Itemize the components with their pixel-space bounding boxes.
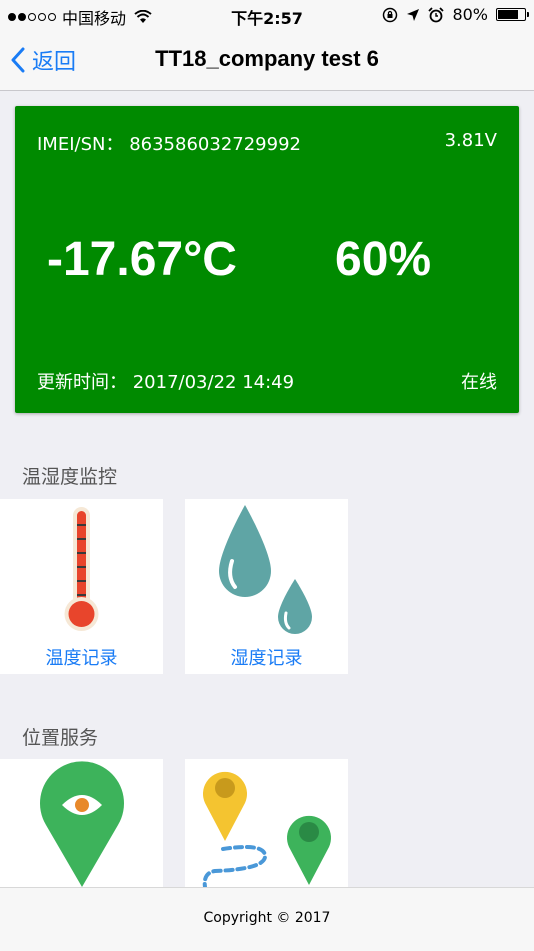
- battery-voltage: 3.81V: [444, 130, 497, 151]
- humidity-value: 60%: [335, 233, 432, 286]
- battery-icon: [496, 8, 529, 21]
- location-arrow-icon: [407, 8, 420, 21]
- status-bar: 中国移动 下午2:57 80%: [0, 0, 534, 30]
- alarm-icon: [428, 6, 445, 22]
- humidity-record-label: 湿度记录: [230, 648, 303, 669]
- status-right: 80%: [382, 5, 529, 24]
- device-status-card[interactable]: IMEI/SN： 863586032729992 3.81V -17.67°C …: [15, 106, 519, 413]
- section-title-monitoring: 温湿度监控: [22, 466, 118, 488]
- online-status: 在线: [461, 372, 497, 393]
- humidity-record-tile[interactable]: 湿度记录: [185, 499, 348, 674]
- route-pins-icon: [202, 771, 331, 887]
- location-tile[interactable]: [0, 759, 163, 887]
- temperature-record-label: 温度记录: [45, 648, 118, 669]
- track-playback-tile[interactable]: [185, 759, 348, 887]
- temperature-record-tile[interactable]: 温度记录: [0, 499, 163, 674]
- rotation-lock-icon: [383, 7, 398, 22]
- footer: Copyright © 2017: [0, 887, 534, 951]
- section-title-location: 位置服务: [22, 727, 99, 749]
- battery-percent: 80%: [452, 5, 488, 24]
- copyright-text: Copyright © 2017: [203, 910, 331, 926]
- page-title: TT18_company test 6: [155, 46, 379, 71]
- location-eye-pin-icon: [40, 761, 124, 887]
- last-updated: 更新时间： 2017/03/22 14:49: [37, 372, 295, 393]
- temperature-value: -17.67°C: [47, 233, 237, 286]
- device-imei: IMEI/SN： 863586032729992: [37, 134, 301, 155]
- navigation-bar: 返回 TT18_company test 6: [0, 30, 534, 91]
